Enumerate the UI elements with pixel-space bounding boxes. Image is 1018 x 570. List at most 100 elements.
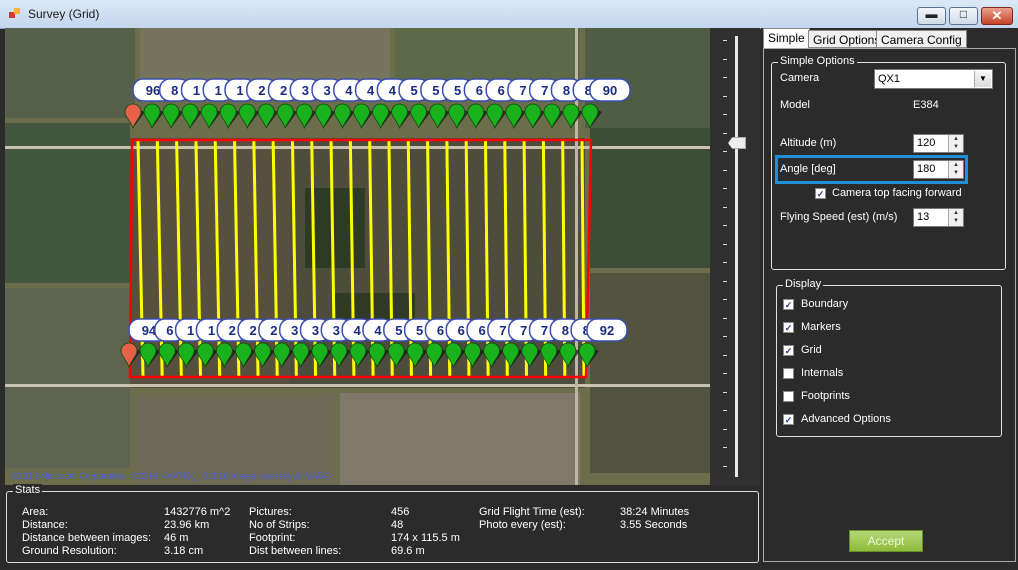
waypoint-label-text: 2 — [270, 323, 277, 338]
chevron-down-icon[interactable]: ▼ — [974, 71, 991, 87]
waypoint-label-text: 7 — [520, 323, 527, 338]
tab-grid-options[interactable]: Grid Options — [808, 30, 886, 48]
zoom-tick — [723, 262, 727, 263]
waypoint-label-text: 5 — [454, 83, 461, 98]
minimize-button[interactable]: ▬ — [917, 7, 946, 25]
spin-down-icon[interactable]: ▼ — [949, 169, 963, 177]
altitude-spinner[interactable]: ▲ ▼ — [948, 135, 963, 152]
waypoint-label-text: 7 — [499, 323, 506, 338]
stat-ground-res-value: 3.18 cm — [164, 545, 204, 557]
zoom-tick — [723, 77, 727, 78]
display-label: Grid — [801, 344, 822, 356]
waypoint-label: 90 — [589, 78, 631, 102]
waypoint-label-text: 2 — [258, 83, 265, 98]
waypoint-label-text: 4 — [345, 83, 353, 98]
display-checkbox-internals[interactable] — [783, 368, 794, 379]
spin-down-icon[interactable]: ▼ — [949, 143, 963, 151]
display-checkbox-boundary[interactable]: ✓ — [783, 299, 794, 310]
tab-camera-config[interactable]: Camera Config — [876, 30, 967, 48]
camera-select[interactable]: QX1 ▼ — [874, 69, 993, 89]
angle-spinner[interactable]: ▲ ▼ — [948, 161, 963, 178]
waypoint-label-text: 5 — [432, 83, 439, 98]
stat-flight-time-label: Grid Flight Time (est): — [479, 506, 585, 518]
display-checkbox-grid[interactable]: ✓ — [783, 345, 794, 356]
zoom-slider[interactable] — [710, 28, 760, 485]
waypoint-label-text: 4 — [389, 83, 397, 98]
stat-ground-res-label: Ground Resolution: — [22, 545, 117, 557]
speed-input[interactable]: 13 ▲ ▼ — [913, 208, 964, 227]
zoom-tick — [723, 206, 727, 208]
maximize-button[interactable]: □ — [949, 7, 978, 25]
speed-spinner[interactable]: ▲ ▼ — [948, 209, 963, 226]
waypoint-label-text: 5 — [416, 323, 423, 338]
camera-top-checkbox[interactable]: ✓ — [815, 188, 826, 199]
maximize-icon: □ — [959, 7, 968, 21]
simple-options-legend: Simple Options — [778, 55, 857, 67]
spin-up-icon[interactable]: ▲ — [949, 161, 963, 169]
zoom-tick — [723, 299, 727, 300]
zoom-tick — [723, 114, 727, 115]
zoom-tick — [723, 40, 727, 41]
zoom-tick — [723, 151, 727, 152]
camera-select-value: QX1 — [878, 73, 901, 85]
stat-distance-value: 23.96 km — [164, 519, 210, 531]
display-checkbox-advanced-options[interactable]: ✓ — [783, 414, 794, 425]
app-icon — [9, 8, 20, 18]
stat-strips-label: No of Strips: — [249, 519, 310, 531]
map-view[interactable]: 96 8 1 1 1 2 2 3 3 4 4 4 5 5 5 6 6 7 7 8 8 90 94 6 1 1 2 2 2 3 3 3 4 4 5 5… — [5, 28, 710, 485]
zoom-tick — [723, 373, 727, 374]
display-checkbox-footprints[interactable] — [783, 391, 794, 402]
zoom-tick — [723, 132, 727, 134]
altitude-label: Altitude (m) — [780, 137, 837, 149]
spin-down-icon[interactable]: ▼ — [949, 217, 963, 225]
waypoint-label-text: 5 — [395, 323, 402, 338]
stat-dist-images-label: Distance between images: — [22, 532, 152, 544]
waypoint-label-text: 6 — [437, 323, 444, 338]
spin-up-icon[interactable]: ▲ — [949, 135, 963, 143]
zoom-tick — [723, 354, 727, 356]
zoom-thumb[interactable] — [728, 137, 746, 149]
zoom-tick — [723, 410, 727, 411]
title-bar: Survey (Grid) ▬ □ ✕ — [0, 0, 1018, 29]
spin-up-icon[interactable]: ▲ — [949, 209, 963, 217]
camera-top-label: Camera top facing forward — [832, 187, 962, 199]
stat-photo-every-label: Photo every (est): — [479, 519, 566, 531]
zoom-tick — [723, 169, 727, 171]
waypoint-label-text: 6 — [476, 83, 483, 98]
stat-area-value: 1432776 m^2 — [164, 506, 231, 518]
waypoint-label-text: 6 — [166, 323, 173, 338]
stat-footprint-label: Footprint: — [249, 532, 296, 544]
zoom-tick — [723, 336, 727, 337]
zoom-tick — [723, 58, 727, 60]
zoom-track[interactable] — [735, 36, 738, 477]
stat-dist-lines-value: 69.6 m — [391, 545, 425, 557]
altitude-value: 120 — [917, 137, 936, 149]
close-button[interactable]: ✕ — [981, 7, 1013, 25]
waypoint-label-text: 7 — [541, 323, 548, 338]
waypoint-label-text: 8 — [171, 83, 178, 98]
angle-value: 180 — [917, 163, 936, 175]
display-legend: Display — [783, 278, 824, 290]
survey-map[interactable]: 96 8 1 1 1 2 2 3 3 4 4 4 5 5 5 6 6 7 7 8 8 90 94 6 1 1 2 2 2 3 3 3 4 4 5 5… — [5, 28, 710, 485]
waypoint-label: 92 — [586, 318, 628, 342]
zoom-tick — [723, 447, 727, 448]
stats-legend: Stats — [13, 484, 43, 496]
stat-footprint-value: 174 x 115.5 m — [391, 532, 460, 544]
accept-button[interactable]: Accept — [849, 530, 923, 552]
window-title: Survey (Grid) — [28, 7, 100, 21]
tab-simple[interactable]: Simple — [763, 28, 810, 48]
display-label: Markers — [801, 321, 841, 333]
waypoint-label-text: 7 — [541, 83, 548, 98]
display-label: Footprints — [801, 390, 850, 402]
angle-label: Angle [deg] — [780, 163, 836, 175]
display-checkbox-markers[interactable]: ✓ — [783, 322, 794, 333]
stat-area-label: Area: — [22, 506, 49, 518]
angle-input[interactable]: 180 ▲ ▼ — [913, 160, 964, 179]
waypoint-label-text: 4 — [374, 323, 382, 338]
waypoint-label-text: 8 — [563, 83, 570, 98]
waypoint-label-text: 2 — [249, 323, 256, 338]
map-copyright: ©2016 Microsoft Corporation, ©2016 NAVTE… — [11, 471, 329, 481]
camera-label: Camera — [780, 72, 820, 84]
display-label: Advanced Options — [801, 413, 891, 425]
altitude-input[interactable]: 120 ▲ ▼ — [913, 134, 964, 153]
